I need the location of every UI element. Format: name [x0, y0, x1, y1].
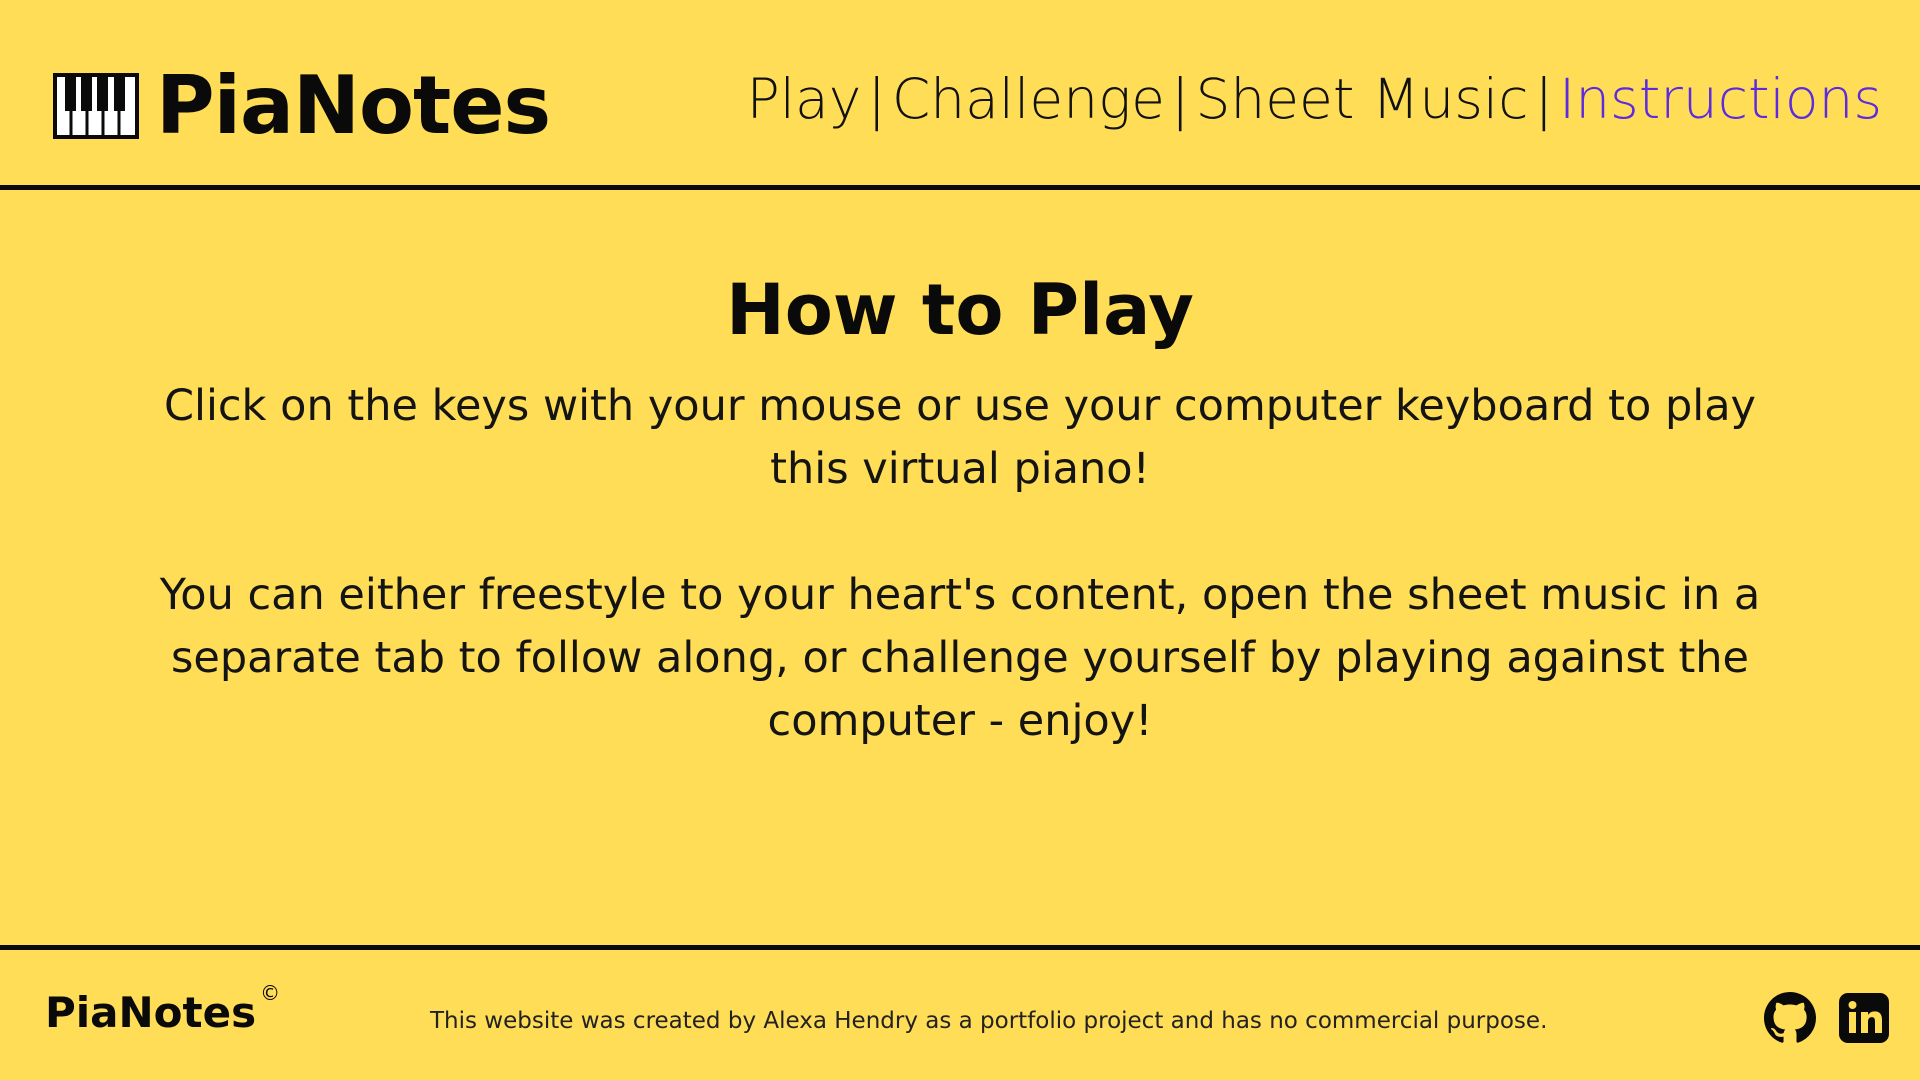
- footer-brand: PiaNotes ©: [45, 983, 280, 1034]
- instructions-section: How to Play Click on the keys with your …: [0, 190, 1920, 947]
- linkedin-icon: [1839, 993, 1889, 1043]
- instructions-paragraph: Click on the keys with your mouse or use…: [164, 381, 1756, 494]
- social-links: [1764, 992, 1890, 1044]
- logo[interactable]: PiaNotes: [53, 59, 551, 152]
- nav-separator: |: [1170, 67, 1190, 131]
- copyright-symbol: ©: [260, 981, 281, 1005]
- nav-play-link[interactable]: Play: [747, 67, 862, 131]
- page-title: How to Play: [726, 269, 1194, 351]
- brand-name: PiaNotes: [156, 59, 551, 152]
- instructions-paragraph: You can either freestyle to your heart's…: [159, 570, 1761, 746]
- nav-sheet-music-link[interactable]: Sheet Music: [1195, 67, 1528, 131]
- main-nav: Play | Challenge | Sheet Music | Instructions: [747, 72, 1882, 127]
- footer-disclaimer: This website was created by Alexa Hendry…: [430, 1008, 1548, 1034]
- github-link[interactable]: [1764, 992, 1816, 1044]
- nav-separator: |: [1534, 67, 1553, 131]
- nav-separator: |: [867, 67, 886, 131]
- footer-brand-name: PiaNotes: [45, 988, 257, 1037]
- nav-challenge-link[interactable]: Challenge: [892, 67, 1165, 131]
- nav-instructions-link[interactable]: Instructions: [1559, 67, 1882, 131]
- site-header: PiaNotes Play | Challenge | Sheet Music | Inst…: [0, 0, 1920, 190]
- linkedin-link[interactable]: [1838, 992, 1890, 1044]
- github-icon: [1764, 992, 1816, 1043]
- piano-keys-icon: [53, 73, 139, 139]
- site-footer: PiaNotes © This website was created by Al…: [0, 945, 1920, 1080]
